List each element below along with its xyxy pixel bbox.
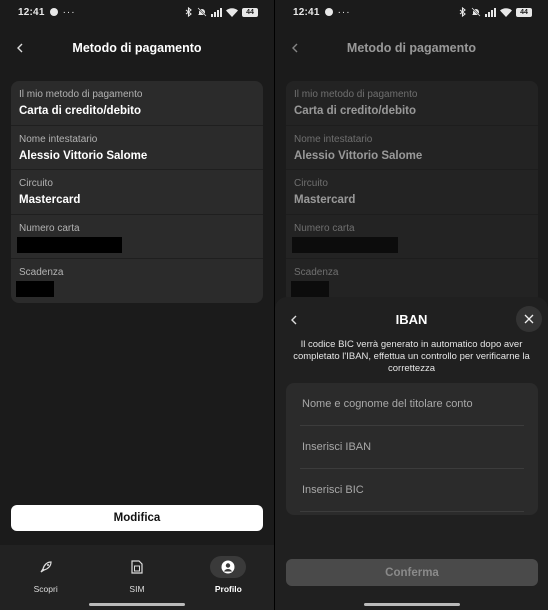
nav-item-scopri[interactable]: Scopri bbox=[0, 545, 91, 610]
battery-icon: 44 bbox=[516, 7, 532, 17]
confirm-button[interactable]: Conferma bbox=[286, 559, 538, 586]
iban-input[interactable] bbox=[302, 441, 524, 453]
rocket-icon bbox=[39, 556, 53, 578]
wifi-icon bbox=[500, 7, 512, 17]
bluetooth-icon bbox=[459, 7, 466, 17]
detail-row-holder: Nome intestatario Alessio Vittorio Salom… bbox=[286, 126, 538, 171]
detail-value: Mastercard bbox=[19, 194, 81, 207]
detail-value: Carta di credito/debito bbox=[294, 105, 417, 117]
detail-label: Nome intestatario bbox=[19, 133, 98, 145]
chevron-left-icon bbox=[292, 43, 298, 53]
iban-form bbox=[286, 383, 538, 515]
telegram-icon bbox=[49, 8, 58, 16]
status-time: 12:41 bbox=[293, 6, 320, 18]
app-bar: Metodo di pagamento bbox=[275, 33, 548, 63]
redacted-card-number bbox=[17, 236, 122, 253]
iban-sheet-screen: 12:41 ··· 44 Metodo di pagamento Il mio … bbox=[274, 0, 548, 610]
close-button[interactable] bbox=[516, 306, 542, 332]
holder-name-input[interactable] bbox=[302, 398, 524, 410]
close-icon bbox=[524, 314, 534, 324]
more-notifications-icon: ··· bbox=[337, 6, 351, 18]
status-bar: 12:41 ··· 44 bbox=[275, 0, 548, 24]
nav-label: Profilo bbox=[214, 584, 242, 594]
telegram-icon bbox=[324, 8, 333, 16]
detail-row-method: Il mio metodo di pagamento Carta di cred… bbox=[286, 81, 538, 126]
nav-label: SIM bbox=[129, 584, 145, 594]
bic-input[interactable] bbox=[302, 484, 524, 496]
page-title: Metodo di pagamento bbox=[346, 41, 477, 55]
back-button[interactable] bbox=[10, 38, 30, 58]
chevron-left-icon bbox=[17, 43, 23, 53]
detail-label: Numero carta bbox=[19, 222, 80, 234]
app-bar: Metodo di pagamento bbox=[0, 33, 274, 63]
redacted-expiry bbox=[291, 281, 329, 298]
signal-icon bbox=[485, 7, 496, 17]
redacted-card-number bbox=[292, 236, 398, 253]
iban-field bbox=[300, 426, 524, 469]
detail-value: Alessio Vittorio Salome bbox=[19, 149, 148, 162]
page-title: Metodo di pagamento bbox=[72, 41, 202, 55]
detail-row-circuit: Circuito Mastercard bbox=[11, 170, 263, 215]
detail-row-circuit: Circuito Mastercard bbox=[286, 170, 538, 215]
sheet-description: Il codice BIC verrà generato in automati… bbox=[293, 339, 530, 374]
edit-button[interactable]: Modifica bbox=[11, 505, 263, 531]
detail-label: Circuito bbox=[19, 178, 53, 190]
detail-label: Scadenza bbox=[294, 267, 339, 279]
detail-value: Mastercard bbox=[294, 194, 356, 207]
bluetooth-icon bbox=[185, 7, 192, 17]
sheet-title: IBAN bbox=[395, 312, 428, 327]
detail-row-method: Il mio metodo di pagamento Carta di cred… bbox=[11, 81, 263, 126]
detail-row-expiry: Scadenza bbox=[11, 259, 263, 303]
home-indicator[interactable] bbox=[363, 603, 460, 606]
home-indicator[interactable] bbox=[89, 603, 185, 606]
wifi-icon bbox=[226, 7, 238, 17]
detail-value: Alessio Vittorio Salome bbox=[294, 149, 423, 162]
detail-label: Scadenza bbox=[19, 267, 64, 279]
nav-item-profilo[interactable]: Profilo bbox=[183, 545, 274, 610]
detail-row-card-number: Numero carta bbox=[11, 215, 263, 260]
payment-details-card: Il mio metodo di pagamento Carta di cred… bbox=[286, 81, 538, 303]
iban-bottom-sheet: IBAN Il codice BIC verrà generato in aut… bbox=[275, 297, 548, 610]
detail-row-holder: Nome intestatario Alessio Vittorio Salom… bbox=[11, 126, 263, 171]
battery-icon: 44 bbox=[242, 7, 258, 17]
status-time: 12:41 bbox=[18, 6, 45, 18]
signal-icon bbox=[211, 7, 222, 17]
mute-icon bbox=[197, 7, 207, 17]
holder-name-field bbox=[300, 383, 524, 426]
detail-label: Circuito bbox=[294, 178, 328, 190]
nav-label: Scopri bbox=[33, 584, 58, 594]
detail-label: Il mio metodo di pagamento bbox=[294, 89, 418, 100]
detail-label: Il mio metodo di pagamento bbox=[19, 89, 143, 100]
detail-value: Carta di credito/debito bbox=[19, 105, 142, 117]
detail-label: Nome intestatario bbox=[294, 133, 373, 145]
redacted-expiry bbox=[16, 281, 54, 298]
detail-label: Numero carta bbox=[294, 222, 355, 234]
mute-icon bbox=[471, 7, 481, 17]
sim-card-icon bbox=[131, 556, 143, 578]
bic-field bbox=[300, 469, 524, 512]
bottom-navigation: Scopri SIM Profilo bbox=[0, 545, 274, 610]
payment-method-screen: 12:41 ··· 44 Metodo di pagamento Il mio … bbox=[0, 0, 274, 610]
detail-row-card-number: Numero carta bbox=[286, 215, 538, 260]
nav-item-sim[interactable]: SIM bbox=[91, 545, 182, 610]
status-bar: 12:41 ··· 44 bbox=[0, 0, 274, 24]
payment-details-card: Il mio metodo di pagamento Carta di cred… bbox=[11, 81, 263, 303]
more-notifications-icon: ··· bbox=[62, 6, 76, 18]
profile-icon bbox=[210, 556, 247, 578]
back-button[interactable] bbox=[285, 38, 305, 58]
